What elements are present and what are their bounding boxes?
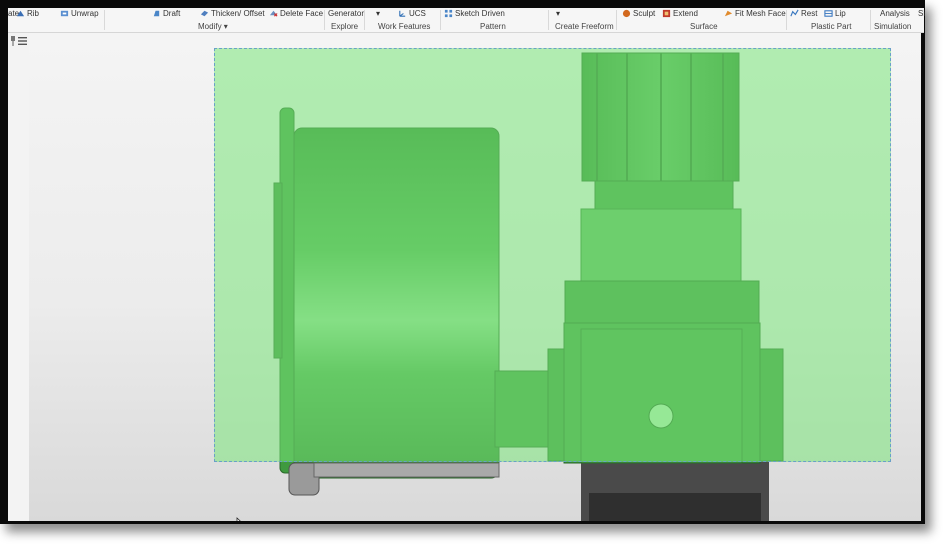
delete-face-button[interactable]: Delete Face [269, 9, 323, 19]
ribbon-separator [786, 10, 787, 30]
rest-icon [790, 9, 799, 17]
chevron-down-icon: ▾ [556, 9, 561, 18]
ucs-icon [399, 10, 406, 17]
extend-button[interactable]: Extend [662, 9, 698, 19]
group-label-simulation: Simulation [874, 22, 912, 31]
pin-icon[interactable] [9, 36, 17, 46]
fitting-base [589, 493, 761, 521]
chevron-down-icon: ▾ [376, 9, 381, 18]
ribbon-separator [440, 10, 441, 30]
ribbon-toolbar: ate Rib Unwrap Draft Thicken/ Offset Del… [8, 8, 925, 33]
graphics-viewport[interactable] [29, 33, 921, 521]
rib-icon [16, 10, 25, 17]
lip-button[interactable]: Lip [824, 9, 846, 19]
rib-button[interactable]: Rib [16, 9, 39, 19]
lip-icon [824, 10, 833, 17]
group-label-work-features: Work Features [378, 22, 431, 31]
browser-panel-strip [8, 33, 30, 521]
freeform-dropdown[interactable]: ▾ [556, 9, 560, 19]
draft-button[interactable]: Draft [152, 9, 180, 19]
extend-icon [662, 9, 671, 18]
fit-mesh-face-button[interactable]: Fit Mesh Face [724, 9, 786, 19]
thicken-offset-button[interactable]: Thicken/ Offset [200, 9, 265, 19]
work-plane-dropdown[interactable]: ▾ [376, 9, 380, 19]
group-label-plastic-part: Plastic Part [811, 22, 852, 31]
application-window: ate Rib Unwrap Draft Thicken/ Offset Del… [0, 0, 925, 524]
group-label-create-freeform: Create Freeform [555, 22, 614, 31]
group-label-surface: Surface [690, 22, 718, 31]
unwrap-button[interactable]: Unwrap [60, 9, 99, 19]
mouse-cursor-icon [236, 517, 241, 521]
sketch-driven-icon [444, 9, 453, 18]
ribbon-separator [104, 10, 105, 30]
draft-icon [153, 10, 160, 17]
gauge-body-bottom [313, 462, 500, 478]
group-label-modify[interactable]: Modify ▾ [198, 22, 228, 32]
ribbon-separator [324, 10, 325, 30]
group-label-pattern: Pattern [480, 22, 506, 31]
ribbon-separator [548, 10, 549, 30]
fit-mesh-face-icon [724, 10, 733, 17]
sculpt-button[interactable]: Sculpt [622, 9, 655, 19]
group-label-explore: Explore [331, 22, 359, 31]
analysis-button[interactable]: Analysis [880, 9, 910, 19]
generator-button[interactable]: Generator [328, 9, 364, 19]
delete-face-icon [269, 10, 278, 17]
menu-icon[interactable] [18, 37, 27, 45]
sketch-driven-button[interactable]: Sketch Driven [444, 9, 505, 19]
ucs-button[interactable]: UCS [398, 9, 426, 19]
sculpt-icon [622, 9, 631, 18]
unwrap-icon [60, 10, 69, 17]
ribbon-separator [364, 10, 365, 30]
selection-window [214, 48, 891, 462]
simulation-button[interactable]: Si [918, 9, 925, 19]
ribbon-separator [870, 10, 871, 30]
thicken-offset-icon [200, 10, 209, 17]
ribbon-separator [616, 10, 617, 30]
rest-button[interactable]: Rest [790, 9, 817, 19]
